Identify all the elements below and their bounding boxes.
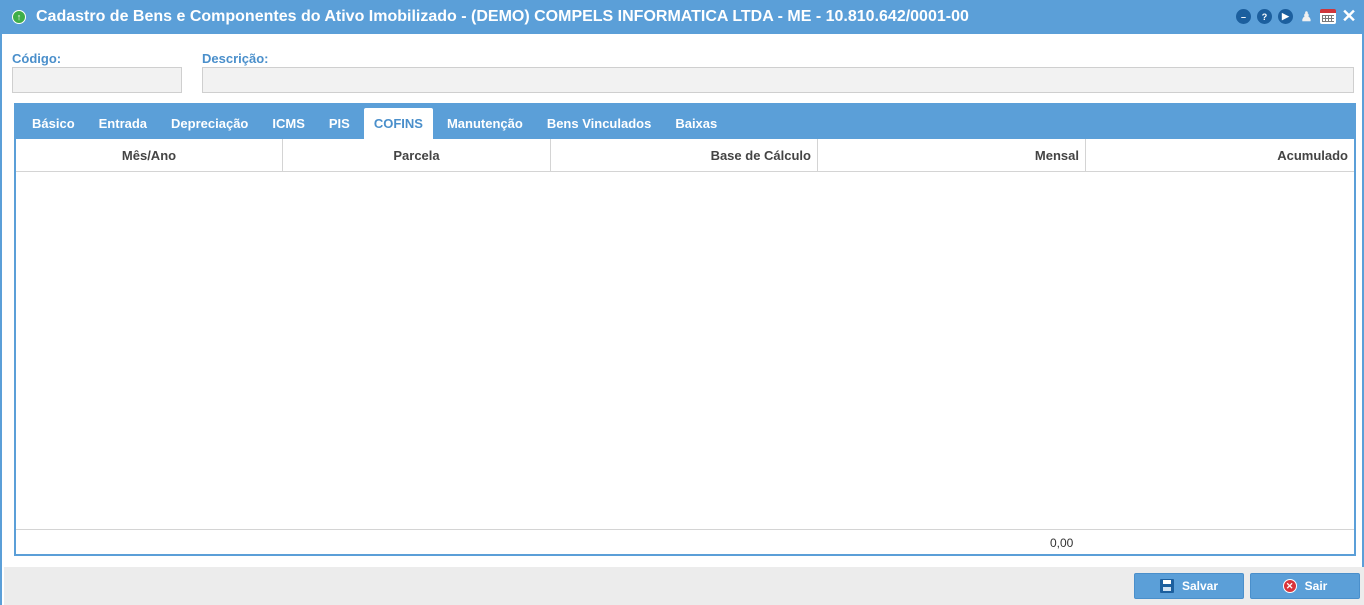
column-header-parcela[interactable]: Parcela [283, 139, 551, 172]
exit-button-label: Sair [1304, 579, 1328, 593]
grid-header: Mês/Ano Parcela Base de Cálculo Mensal A… [16, 139, 1354, 172]
tab-icms[interactable]: ICMS [262, 108, 315, 139]
column-header-acumulado[interactable]: Acumulado [1086, 139, 1354, 172]
codigo-label: Código: [12, 51, 62, 66]
window-app-icon: ↑ [12, 10, 26, 24]
tab-bar: Básico Entrada Depreciação ICMS PIS COFI… [16, 105, 1354, 139]
save-button[interactable]: Salvar [1134, 573, 1244, 599]
exit-button[interactable]: ✕ Sair [1250, 573, 1360, 599]
save-button-label: Salvar [1181, 579, 1219, 593]
grid-body[interactable] [16, 172, 1354, 529]
calendar-icon[interactable] [1320, 9, 1336, 24]
column-header-mes-ano[interactable]: Mês/Ano [16, 139, 283, 172]
minimize-icon[interactable]: – [1236, 9, 1251, 24]
tab-baixas[interactable]: Baixas [665, 108, 727, 139]
tab-pis[interactable]: PIS [319, 108, 360, 139]
tab-cofins[interactable]: COFINS [363, 108, 433, 139]
column-header-mensal[interactable]: Mensal [818, 139, 1086, 172]
action-bar: Salvar ✕ Sair [4, 567, 1364, 605]
forward-icon[interactable]: ▶ [1278, 9, 1293, 24]
close-icon[interactable]: ✕ [1341, 6, 1356, 26]
help-icon[interactable]: ? [1257, 9, 1272, 24]
column-header-base-calculo[interactable]: Base de Cálculo [551, 139, 818, 172]
tab-basico[interactable]: Básico [22, 108, 85, 139]
title-controls: – ? ▶ ♟ ✕ [1236, 6, 1357, 26]
bell-icon[interactable]: ♟ [1299, 9, 1314, 24]
codigo-input[interactable] [12, 67, 182, 93]
grid-footer: 0,00 [16, 529, 1354, 554]
exit-icon: ✕ [1282, 579, 1297, 593]
save-icon [1159, 579, 1174, 593]
descricao-input[interactable] [202, 67, 1354, 93]
window-title: Cadastro de Bens e Componentes do Ativo … [36, 8, 969, 25]
total-mensal: 0,00 [1050, 536, 1074, 550]
title-bar: ↑ Cadastro de Bens e Componentes do Ativ… [2, 0, 1364, 34]
tab-depreciacao[interactable]: Depreciação [161, 108, 258, 139]
descricao-label: Descrição: [202, 51, 269, 66]
tab-bens-vinculados[interactable]: Bens Vinculados [537, 108, 662, 139]
tab-manutencao[interactable]: Manutenção [437, 108, 533, 139]
app-window: ↑ Cadastro de Bens e Componentes do Ativ… [0, 0, 1364, 605]
tab-entrada[interactable]: Entrada [89, 108, 157, 139]
tab-panel: Básico Entrada Depreciação ICMS PIS COFI… [14, 103, 1356, 556]
